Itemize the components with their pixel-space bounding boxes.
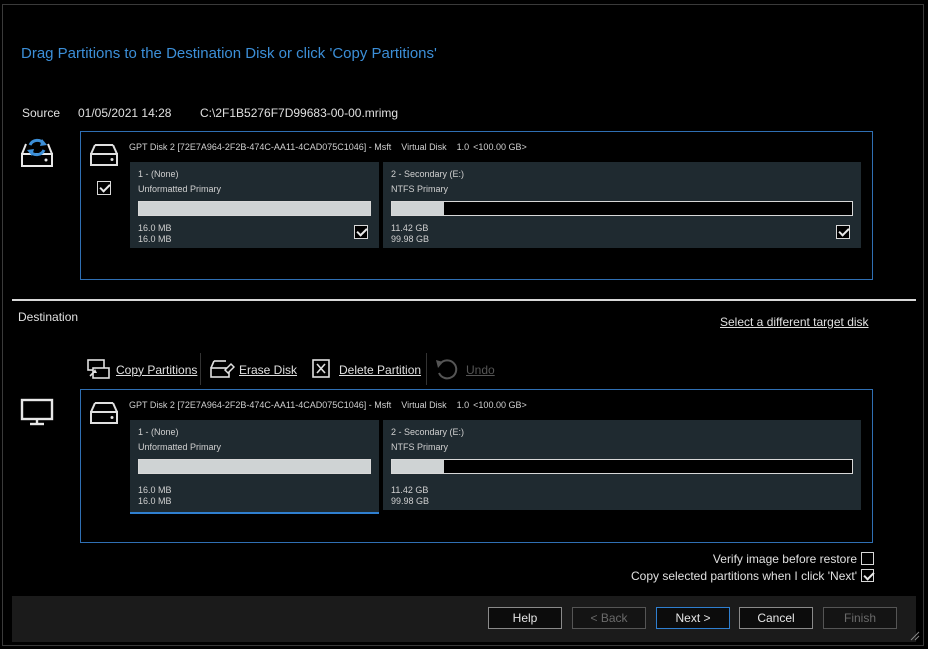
- verify-image-checkbox[interactable]: [861, 552, 874, 565]
- source-partition-2[interactable]: 2 - Secondary (E:) NTFS Primary 11.42 GB…: [383, 162, 861, 248]
- source-disk-header: GPT Disk 2 [72E7A964-2F2B-474C-AA11-4CAD…: [129, 142, 537, 152]
- hard-drive-icon: [89, 400, 119, 426]
- partition-type: NTFS Primary: [391, 442, 448, 452]
- destination-disk-header: GPT Disk 2 [72E7A964-2F2B-474C-AA11-4CAD…: [129, 400, 537, 410]
- undo-icon: [434, 356, 460, 385]
- source-partition-1[interactable]: 1 - (None) Unformatted Primary 16.0 MB 1…: [130, 162, 379, 248]
- disk-version: 1.0: [456, 142, 470, 152]
- usage-fill: [392, 202, 445, 215]
- delete-partition-icon: [311, 358, 331, 383]
- finish-button[interactable]: Finish: [823, 607, 897, 629]
- usage-fill: [139, 202, 370, 215]
- disk-type: Virtual Disk: [401, 142, 447, 152]
- disk-name: GPT Disk 2 [72E7A964-2F2B-474C-AA11-4CAD…: [129, 142, 392, 152]
- partition-usage-bar: [138, 201, 371, 216]
- partition-checkbox[interactable]: [354, 225, 368, 239]
- partition-type: Unformatted Primary: [138, 184, 222, 194]
- next-button[interactable]: Next >: [656, 607, 730, 629]
- partition-total: 16.0 MB: [138, 234, 172, 244]
- source-path: C:\2F1B5276F7D99683-00-00.mrimg: [200, 106, 399, 120]
- partition-total: 99.98 GB: [391, 234, 430, 244]
- verify-image-label: Verify image before restore: [712, 552, 857, 566]
- resize-grip-icon[interactable]: [908, 628, 920, 641]
- partition-used: 16.0 MB: [138, 485, 172, 495]
- source-date: 01/05/2021 14:28: [78, 106, 172, 120]
- copy-partitions-button[interactable]: Copy Partitions: [86, 355, 197, 385]
- computer-icon: [20, 397, 54, 427]
- cancel-button[interactable]: Cancel: [739, 607, 813, 629]
- partition-total: 99.98 GB: [391, 496, 430, 506]
- disk-type: Virtual Disk: [401, 400, 447, 410]
- undo-button[interactable]: Undo: [434, 355, 495, 385]
- partition-type: NTFS Primary: [391, 184, 448, 194]
- partition-name: 2 - Secondary (E:): [391, 427, 465, 437]
- destination-label: Destination: [18, 310, 79, 324]
- partition-used: 11.42 GB: [391, 223, 429, 233]
- toolbar-separator: [426, 353, 427, 385]
- destination-partition-2[interactable]: 2 - Secondary (E:) NTFS Primary 11.42 GB…: [383, 420, 861, 510]
- partition-name: 1 - (None): [138, 427, 179, 437]
- toolbar-separator: [200, 353, 201, 385]
- image-file-icon: [20, 136, 56, 170]
- destination-partition-1[interactable]: 1 - (None) Unformatted Primary 16.0 MB 1…: [130, 420, 379, 514]
- section-divider: [12, 299, 916, 301]
- partition-type: Unformatted Primary: [138, 442, 222, 452]
- select-target-disk-link[interactable]: Select a different target disk: [720, 315, 869, 329]
- source-label: Source: [22, 106, 61, 120]
- partition-total: 16.0 MB: [138, 496, 172, 506]
- partition-usage-bar: [138, 459, 371, 474]
- hard-drive-icon: [89, 142, 119, 168]
- copy-partitions-icon: [86, 356, 112, 385]
- delete-partition-label: Delete Partition: [339, 363, 422, 377]
- partition-usage-bar: [391, 201, 853, 216]
- copy-selected-checkbox[interactable]: [861, 569, 874, 582]
- help-button[interactable]: Help: [488, 607, 562, 629]
- erase-disk-icon: [209, 356, 236, 385]
- partition-usage-bar: [391, 459, 853, 474]
- partition-used: 16.0 MB: [138, 223, 172, 233]
- disk-size: <100.00 GB>: [473, 400, 527, 410]
- back-button[interactable]: < Back: [572, 607, 646, 629]
- source-disk-checkbox[interactable]: [97, 181, 111, 195]
- disk-name: GPT Disk 2 [72E7A964-2F2B-474C-AA11-4CAD…: [129, 400, 392, 410]
- usage-fill: [139, 460, 370, 473]
- copy-selected-label: Copy selected partitions when I click 'N…: [630, 569, 857, 583]
- partition-name: 1 - (None): [138, 169, 179, 179]
- delete-partition-button[interactable]: Delete Partition: [311, 355, 421, 385]
- undo-label: Undo: [466, 363, 495, 377]
- source-disk-panel: GPT Disk 2 [72E7A964-2F2B-474C-AA11-4CAD…: [80, 131, 873, 280]
- disk-size: <100.00 GB>: [473, 142, 527, 152]
- partition-name: 2 - Secondary (E:): [391, 169, 465, 179]
- erase-disk-label: Erase Disk: [239, 363, 298, 377]
- partition-used: 11.42 GB: [391, 485, 429, 495]
- page-title: Drag Partitions to the Destination Disk …: [21, 45, 437, 62]
- erase-disk-button[interactable]: Erase Disk: [209, 355, 297, 385]
- destination-disk-panel: GPT Disk 2 [72E7A964-2F2B-474C-AA11-4CAD…: [80, 389, 873, 543]
- partition-checkbox[interactable]: [836, 225, 850, 239]
- copy-partitions-label: Copy Partitions: [116, 363, 198, 377]
- usage-fill: [392, 460, 445, 473]
- disk-version: 1.0: [456, 400, 470, 410]
